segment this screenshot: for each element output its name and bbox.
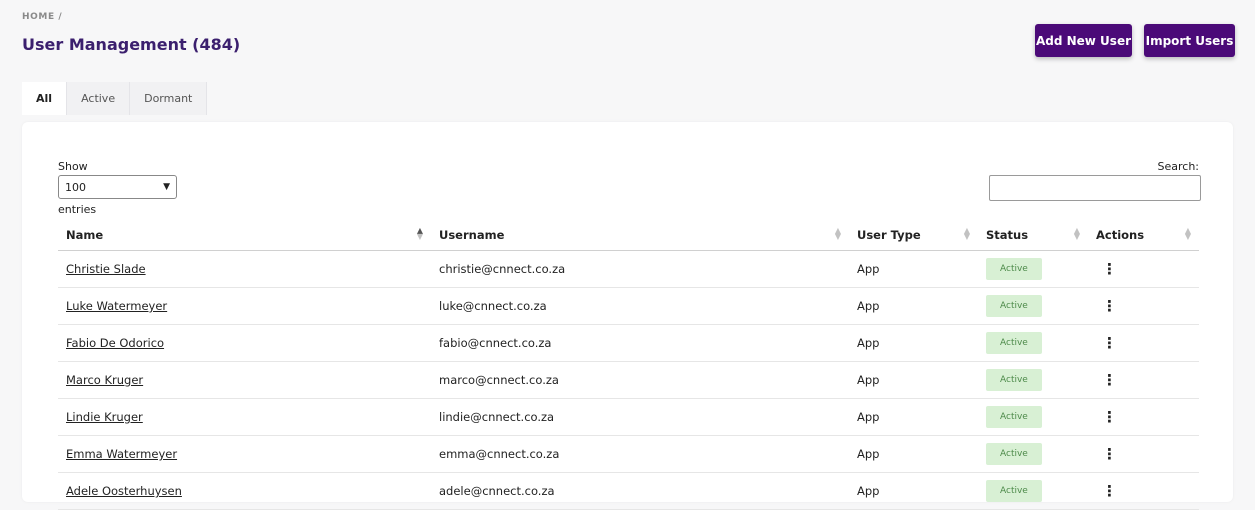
column-header-status[interactable]: Status ▲ ▼ — [978, 220, 1088, 251]
status-badge: Active — [986, 443, 1042, 465]
sort-asc-icon: ▲ ▼ — [416, 226, 423, 241]
tabs: All Active Dormant — [22, 82, 208, 115]
sort-icon: ▲ ▼ — [1073, 226, 1080, 241]
sort-icon: ▲ ▼ — [963, 226, 970, 241]
user-name-link[interactable]: Emma Watermeyer — [66, 447, 177, 461]
table-row: Christie Slade christie@cnnect.co.za App… — [58, 250, 1199, 288]
cell-user-type: App — [849, 472, 978, 510]
status-badge: Active — [986, 480, 1042, 502]
show-label: Show — [58, 160, 88, 173]
chevron-down-icon: ▼ — [163, 182, 170, 192]
column-header-label: Actions — [1096, 228, 1145, 242]
user-name-link[interactable]: Luke Watermeyer — [66, 299, 167, 313]
cell-status: Active — [978, 435, 1088, 473]
cell-user-type: App — [849, 398, 978, 436]
search-label: Search: — [1157, 160, 1200, 173]
column-header-label: Username — [439, 228, 505, 242]
cell-actions: ⋮ — [1088, 324, 1199, 362]
column-header-label: Status — [986, 228, 1029, 242]
user-name-link[interactable]: Adele Oosterhuysen — [66, 484, 182, 498]
cell-username: emma@cnnect.co.za — [431, 435, 849, 473]
cell-user-type: App — [849, 287, 978, 325]
cell-name: Lindie Kruger — [58, 398, 431, 436]
column-header-user-type[interactable]: User Type ▲ ▼ — [849, 220, 978, 251]
table-header-row: Name ▲ ▼ Username ▲ ▼ User Type ▲ ▼ Status … — [58, 220, 1199, 251]
user-name-link[interactable]: Marco Kruger — [66, 373, 143, 387]
cell-actions: ⋮ — [1088, 398, 1199, 436]
cell-status: Active — [978, 398, 1088, 436]
column-header-label: Name — [66, 228, 104, 242]
status-badge: Active — [986, 332, 1042, 354]
column-header-label: User Type — [857, 228, 921, 242]
cell-name: Emma Watermeyer — [58, 435, 431, 473]
status-badge: Active — [986, 295, 1042, 317]
table-row: Fabio De Odorico fabio@cnnect.co.za App … — [58, 324, 1199, 362]
cell-username: christie@cnnect.co.za — [431, 250, 849, 288]
breadcrumb[interactable]: HOME / — [22, 12, 62, 22]
cell-name: Christie Slade — [58, 250, 431, 288]
column-header-actions[interactable]: Actions ▲ ▼ — [1088, 220, 1199, 251]
kebab-menu-icon[interactable]: ⋮ — [1096, 371, 1117, 389]
cell-actions: ⋮ — [1088, 472, 1199, 510]
cell-status: Active — [978, 324, 1088, 362]
cell-name: Marco Kruger — [58, 361, 431, 399]
user-name-link[interactable]: Christie Slade — [66, 262, 146, 276]
kebab-menu-icon[interactable]: ⋮ — [1096, 482, 1117, 500]
cell-name: Fabio De Odorico — [58, 324, 431, 362]
cell-status: Active — [978, 250, 1088, 288]
tab-all[interactable]: All — [22, 82, 68, 115]
user-name-link[interactable]: Fabio De Odorico — [66, 336, 164, 350]
cell-username: adele@cnnect.co.za — [431, 472, 849, 510]
cell-status: Active — [978, 361, 1088, 399]
add-new-user-button[interactable]: Add New User — [1035, 24, 1132, 57]
cell-name: Adele Oosterhuysen — [58, 472, 431, 510]
entries-select-value: 100 — [65, 180, 86, 194]
search-input[interactable] — [989, 175, 1201, 201]
cell-actions: ⋮ — [1088, 361, 1199, 399]
kebab-menu-icon[interactable]: ⋮ — [1096, 297, 1117, 315]
column-header-username[interactable]: Username ▲ ▼ — [431, 220, 849, 251]
table-row: Luke Watermeyer luke@cnnect.co.za App Ac… — [58, 287, 1199, 325]
tab-active[interactable]: Active — [67, 82, 131, 115]
cell-actions: ⋮ — [1088, 435, 1199, 473]
cell-actions: ⋮ — [1088, 287, 1199, 325]
kebab-menu-icon[interactable]: ⋮ — [1096, 260, 1117, 278]
sort-icon: ▲ ▼ — [834, 226, 841, 241]
cell-username: marco@cnnect.co.za — [431, 361, 849, 399]
tab-dormant[interactable]: Dormant — [130, 82, 208, 115]
cell-user-type: App — [849, 361, 978, 399]
users-table: Name ▲ ▼ Username ▲ ▼ User Type ▲ ▼ Status … — [58, 220, 1199, 510]
entries-select[interactable]: 100 ▼ — [58, 175, 177, 199]
status-badge: Active — [986, 369, 1042, 391]
sort-icon: ▲ ▼ — [1184, 226, 1191, 241]
cell-username: lindie@cnnect.co.za — [431, 398, 849, 436]
cell-name: Luke Watermeyer — [58, 287, 431, 325]
cell-user-type: App — [849, 324, 978, 362]
cell-actions: ⋮ — [1088, 250, 1199, 288]
page-title: User Management (484) — [22, 35, 241, 54]
cell-username: luke@cnnect.co.za — [431, 287, 849, 325]
users-card: Show 100 ▼ entries Search: Name ▲ ▼ Usern… — [22, 122, 1233, 510]
table-row: Emma Watermeyer emma@cnnect.co.za App Ac… — [58, 435, 1199, 473]
column-header-name[interactable]: Name ▲ ▼ — [58, 220, 431, 251]
cell-user-type: App — [849, 435, 978, 473]
status-badge: Active — [986, 258, 1042, 280]
kebab-menu-icon[interactable]: ⋮ — [1096, 334, 1117, 352]
entries-label: entries — [58, 203, 97, 216]
import-users-button[interactable]: Import Users — [1144, 24, 1235, 57]
table-row: Lindie Kruger lindie@cnnect.co.za App Ac… — [58, 398, 1199, 436]
kebab-menu-icon[interactable]: ⋮ — [1096, 445, 1117, 463]
cell-status: Active — [978, 287, 1088, 325]
cell-user-type: App — [849, 250, 978, 288]
cell-status: Active — [978, 472, 1088, 510]
table-row: Marco Kruger marco@cnnect.co.za App Acti… — [58, 361, 1199, 399]
cell-username: fabio@cnnect.co.za — [431, 324, 849, 362]
user-name-link[interactable]: Lindie Kruger — [66, 410, 143, 424]
kebab-menu-icon[interactable]: ⋮ — [1096, 408, 1117, 426]
status-badge: Active — [986, 406, 1042, 428]
table-row: Adele Oosterhuysen adele@cnnect.co.za Ap… — [58, 472, 1199, 510]
